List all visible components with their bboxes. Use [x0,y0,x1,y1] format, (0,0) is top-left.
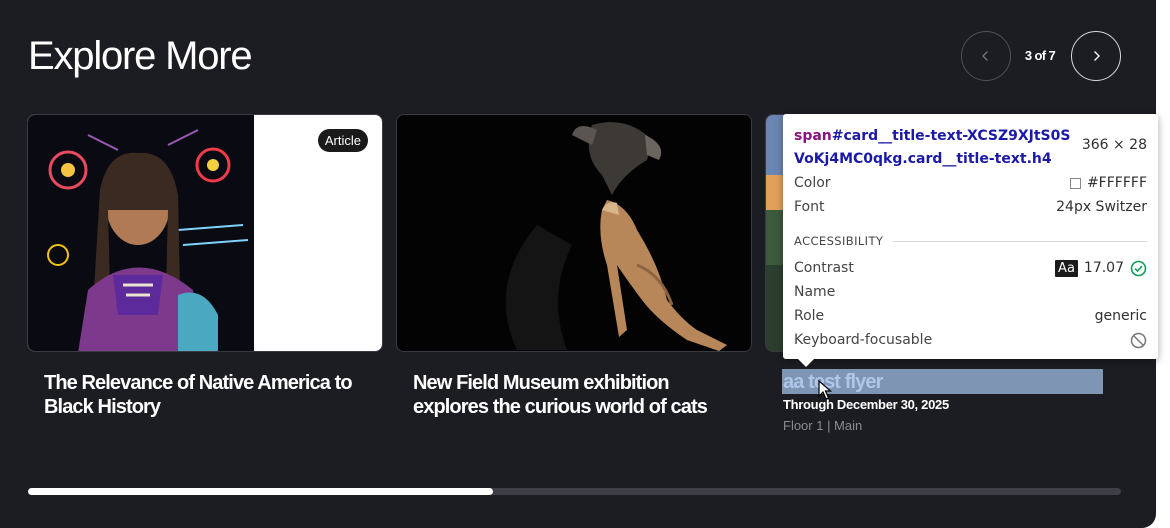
name-label: Name [794,284,836,300]
card-image-native-america[interactable]: Article [27,114,383,352]
contrast-label: Contrast [794,260,854,276]
color-label: Color [794,175,831,191]
accessibility-heading: ACCESSIBILITY [794,234,884,248]
inspector-selector-text: #card__title-text-XCSZ9XJtS0SVoKj4MC0qkg… [794,128,1071,167]
accessibility-section-header: ACCESSIBILITY [794,234,1147,248]
card-date: Through December 30, 2025 [783,397,949,412]
card-title[interactable]: New Field Museum exhibition explores the… [413,371,733,419]
card-image-cats-exhibition[interactable] [396,114,752,352]
inspector-selector: span#card__title-text-XCSZ9XJtS0SVoKj4MC… [794,125,1078,171]
inspector-focusable-row: Keyboard-focusable [794,330,1147,350]
carousel-prev-button[interactable] [961,31,1011,81]
article-badge: Article [317,129,368,152]
font-label: Font [794,199,825,215]
inspector-contrast-row: Contrast Aa 17.07 [794,258,1147,278]
section-divider [893,240,1147,242]
section-title: Explore More [28,34,253,78]
inspector-size: 366 × 28 [1081,137,1147,153]
inspector-role-row: Role generic [794,306,1147,326]
inspector-name-row: Name [794,282,1147,302]
inspector-tooltip-arrow [797,358,815,367]
not-allowed-icon [1130,332,1147,348]
inspector-tag: span [794,128,832,144]
role-label: Role [794,308,825,324]
chevron-right-icon [1094,51,1100,61]
focusable-label: Keyboard-focusable [794,332,933,348]
contrast-value: 17.07 [1083,260,1124,276]
color-value: #FFFFFF [1086,175,1147,191]
color-swatch-icon [1069,177,1081,189]
inspector-tooltip: span#card__title-text-XCSZ9XJtS0SVoKj4MC… [783,114,1158,359]
role-value: generic [1094,308,1147,324]
inspector-font-row: Font 24px Switzer [794,197,1147,217]
card-title[interactable]: aa test flyer [783,371,883,394]
chevron-left-icon [982,51,988,61]
font-value: 24px Switzer [1056,199,1147,215]
carousel-scrollbar-thumb[interactable] [28,488,493,495]
card-title[interactable]: The Relevance of Native America to Black… [44,371,364,419]
inspector-color-row: Color #FFFFFF [794,173,1147,193]
mountain-lion-eagle-image [397,115,751,351]
contrast-sample: Aa [1055,259,1078,277]
card-location: Floor 1 | Main [783,418,863,433]
carousel-pager: 3 of 7 [1024,48,1056,63]
carousel-next-button[interactable] [1071,31,1121,81]
mouse-cursor-icon [818,380,832,400]
check-circle-icon [1130,260,1147,276]
